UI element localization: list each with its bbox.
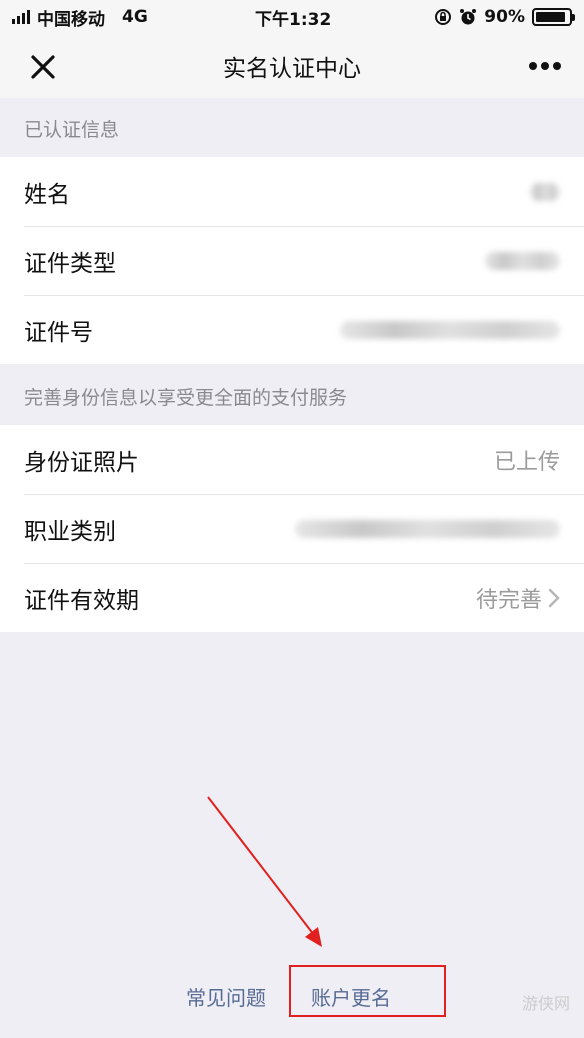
battery-icon <box>532 8 575 26</box>
faq-link[interactable]: 常见问题 <box>186 982 266 1011</box>
close-icon[interactable] <box>28 52 58 82</box>
id-type-label: 证件类型 <box>24 250 116 277</box>
chevron-right-icon <box>548 588 560 607</box>
carrier-label: 中国移动 <box>37 9 105 30</box>
network-label: 4G <box>122 7 148 27</box>
watermark-logo: 游侠网 <box>521 994 570 1013</box>
row-id-number: 证件号 <box>0 295 584 364</box>
row-name: 姓名 <box>0 157 584 226</box>
id-number-value-blurred <box>340 320 560 339</box>
section-header-verified: 已认证信息 <box>24 118 120 141</box>
id-photo-status: 已上传 <box>493 449 560 475</box>
id-validity-status: 待完善 <box>475 587 542 613</box>
more-icon[interactable] <box>528 61 562 71</box>
status-bar: 中国移动 4G 下午1:32 90% <box>0 0 584 34</box>
nav-bar: 实名认证中心 <box>0 34 584 98</box>
row-id-validity[interactable]: 证件有效期 待完善 <box>0 563 584 632</box>
annotation-highlight-box <box>289 965 446 1017</box>
rotation-lock-icon <box>435 9 452 25</box>
page-title: 实名认证中心 <box>223 56 361 82</box>
occupation-label: 职业类别 <box>24 518 116 545</box>
occupation-value-blurred <box>295 519 560 538</box>
name-value-blurred <box>530 182 560 201</box>
section-header-complete: 完善身份信息以享受更全面的支付服务 <box>24 386 348 409</box>
row-id-photo[interactable]: 身份证照片 已上传 <box>0 425 584 494</box>
name-label: 姓名 <box>24 181 70 208</box>
verified-info-group: 姓名 证件类型 证件号 <box>0 157 584 364</box>
id-type-value-blurred <box>485 251 560 270</box>
id-validity-label: 证件有效期 <box>24 587 139 614</box>
clock: 下午1:32 <box>255 9 332 30</box>
complete-info-group: 身份证照片 已上传 职业类别 证件有效期 待完善 <box>0 425 584 632</box>
row-occupation[interactable]: 职业类别 <box>0 494 584 563</box>
id-number-label: 证件号 <box>24 319 93 346</box>
id-photo-label: 身份证照片 <box>24 449 139 476</box>
row-id-type: 证件类型 <box>0 226 584 295</box>
signal-icon <box>12 10 30 24</box>
battery-percent: 90% <box>484 7 525 27</box>
alarm-icon <box>460 9 477 25</box>
